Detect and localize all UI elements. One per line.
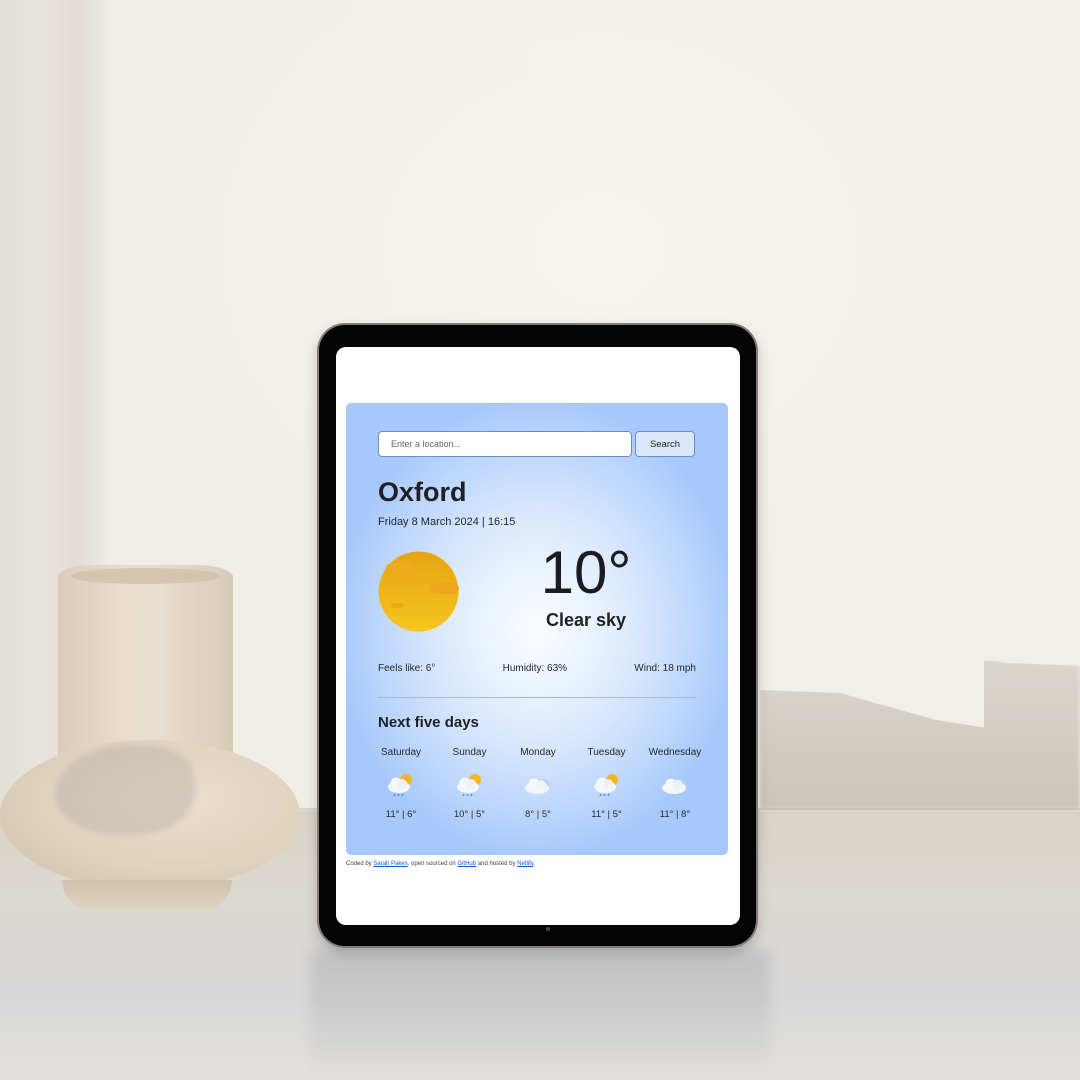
day-temps: 11° | 5° <box>591 809 622 820</box>
forecast-day: Wednesday 11° | 8° <box>642 747 708 820</box>
divider <box>378 697 696 698</box>
footer-suffix: . <box>533 861 536 867</box>
current-datetime: Friday 8 March 2024 | 16:15 <box>378 516 516 528</box>
forecast-title: Next five days <box>378 714 479 731</box>
sun-cloud-rain-icon <box>456 774 481 797</box>
city-name: Oxford <box>378 477 467 507</box>
search-button[interactable]: Search <box>635 431 695 457</box>
sun-cloud-rain-icon <box>593 774 618 797</box>
weather-stats: Feels like: 6° Humidity: 63% Wind: 18 mp… <box>378 663 696 674</box>
day-temps: 8° | 5° <box>525 809 551 820</box>
weather-condition: Clear sky <box>545 610 627 630</box>
day-temps: 11° | 6° <box>385 809 417 820</box>
footer-prefix: Coded by <box>346 861 374 867</box>
netlify-link[interactable]: Netlify <box>517 861 533 867</box>
vase-neck <box>58 565 233 765</box>
github-link[interactable]: GitHub <box>457 861 476 867</box>
forecast-day: Monday 8° | 5° <box>505 747 571 820</box>
day-name: Sunday <box>452 747 487 758</box>
footer: Coded by Sarah Pakes, open sourced on Gi… <box>346 861 535 867</box>
search-form: Search <box>378 431 695 457</box>
forecast-list: Saturday 11° | 6° Sunday 10° | 5° Monday… <box>368 747 708 820</box>
footer-middle2: and hosted by <box>476 861 518 867</box>
forecast-day: Saturday 11° | 6° <box>368 747 434 820</box>
tablet-screen: Search Oxford Friday 8 March 2024 | 16:1… <box>336 347 740 925</box>
day-name: Saturday <box>380 747 422 758</box>
vase-foot <box>62 880 232 910</box>
footer-middle: , open sourced on <box>407 861 458 867</box>
cloud-icon <box>662 778 687 794</box>
ceramic-vase <box>0 565 300 910</box>
current-temperature: 10° <box>540 539 632 606</box>
day-name: Tuesday <box>587 747 626 758</box>
humidity: Humidity: 63% <box>502 663 568 674</box>
clear-sky-sun-icon <box>378 551 459 632</box>
day-temps: 10° | 5° <box>453 809 486 820</box>
tablet-camera <box>546 927 550 931</box>
location-search-input[interactable] <box>378 431 632 457</box>
weather-card: Search Oxford Friday 8 March 2024 | 16:1… <box>346 403 728 855</box>
author-link[interactable]: Sarah Pakes <box>373 861 407 867</box>
day-temps: 11° | 8° <box>659 809 691 820</box>
tablet-reflection <box>310 950 770 1080</box>
day-name: Wednesday <box>648 747 702 758</box>
forecast-day: Sunday 10° | 5° <box>437 747 503 820</box>
feels-like: Feels like: 6° <box>378 663 436 674</box>
day-name: Monday <box>520 747 556 758</box>
cloud-icon <box>525 778 550 794</box>
sun-cloud-rain-icon <box>388 774 412 797</box>
vase-rim <box>70 568 220 584</box>
forecast-day: Tuesday 11° | 5° <box>574 747 640 820</box>
wind-speed: Wind: 18 mph <box>634 663 696 674</box>
